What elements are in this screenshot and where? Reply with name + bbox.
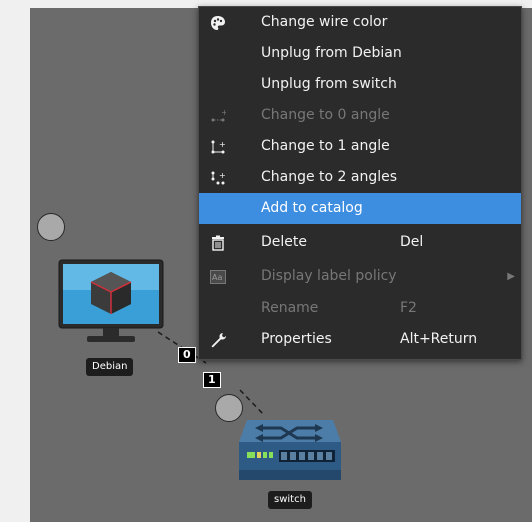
menu-item-add-to-catalog[interactable]: Add to catalog [199,193,521,224]
palette-icon [207,7,229,38]
debian-port-label: 0 [178,347,196,363]
menu-item-label: Change to 0 angle [261,107,390,123]
menu-item-properties[interactable]: Properties Alt+Return [199,324,521,355]
menu-item-change-0-angle[interactable]: + Change to 0 angle [199,100,521,131]
angle-0-icon: + [207,100,229,131]
wrench-icon [207,324,229,355]
menu-item-change-2-angles[interactable]: + Change to 2 angles [199,162,521,193]
svg-text:+: + [221,108,226,117]
svg-text:Aa: Aa [212,273,222,282]
svg-text:+: + [219,140,226,149]
switch-device[interactable] [235,410,345,488]
menu-item-shortcut: Del [400,234,424,250]
menu-item-shortcut: Alt+Return [400,331,478,347]
menu-item-rename[interactable]: Rename F2 [199,293,521,324]
menu-item-label: Unplug from switch [261,76,397,92]
menu-item-delete[interactable]: Delete Del [199,227,521,258]
debian-device[interactable] [57,258,167,350]
menu-item-label: Change wire color [261,14,388,30]
switch-port-label: 1 [203,372,221,388]
switch-label[interactable]: switch [268,491,312,509]
menu-item-label: Unplug from Debian [261,45,402,61]
menu-item-label: Change to 1 angle [261,138,390,154]
menu-item-label: Rename [261,300,319,316]
menu-item-unplug-debian[interactable]: Unplug from Debian [199,38,521,69]
menu-item-label: Change to 2 angles [261,169,398,185]
label-icon: Aa [207,261,229,292]
menu-item-shortcut: F2 [400,300,417,316]
menu-item-display-label-policy[interactable]: Aa Display label policy ▶ [199,261,521,292]
switch-icon [239,420,341,480]
menu-item-label: Delete [261,234,307,250]
menu-item-label: Properties [261,331,332,347]
angle-2-icon: + [207,162,229,193]
menu-item-change-1-angle[interactable]: + Change to 1 angle [199,131,521,162]
wire-context-menu: Change wire color Unplug from Debian Unp… [198,6,522,360]
menu-item-change-wire-color[interactable]: Change wire color [199,7,521,38]
menu-item-label: Add to catalog [261,200,363,216]
menu-item-label: Display label policy [261,268,397,284]
svg-text:+: + [219,171,226,180]
menu-item-unplug-switch[interactable]: Unplug from switch [199,69,521,100]
debian-node-handle[interactable] [37,213,65,241]
trash-icon [207,227,229,258]
debian-label[interactable]: Debian [86,358,134,376]
submenu-arrow-icon: ▶ [507,271,515,282]
computer-icon [58,259,164,342]
angle-1-icon: + [207,131,229,162]
